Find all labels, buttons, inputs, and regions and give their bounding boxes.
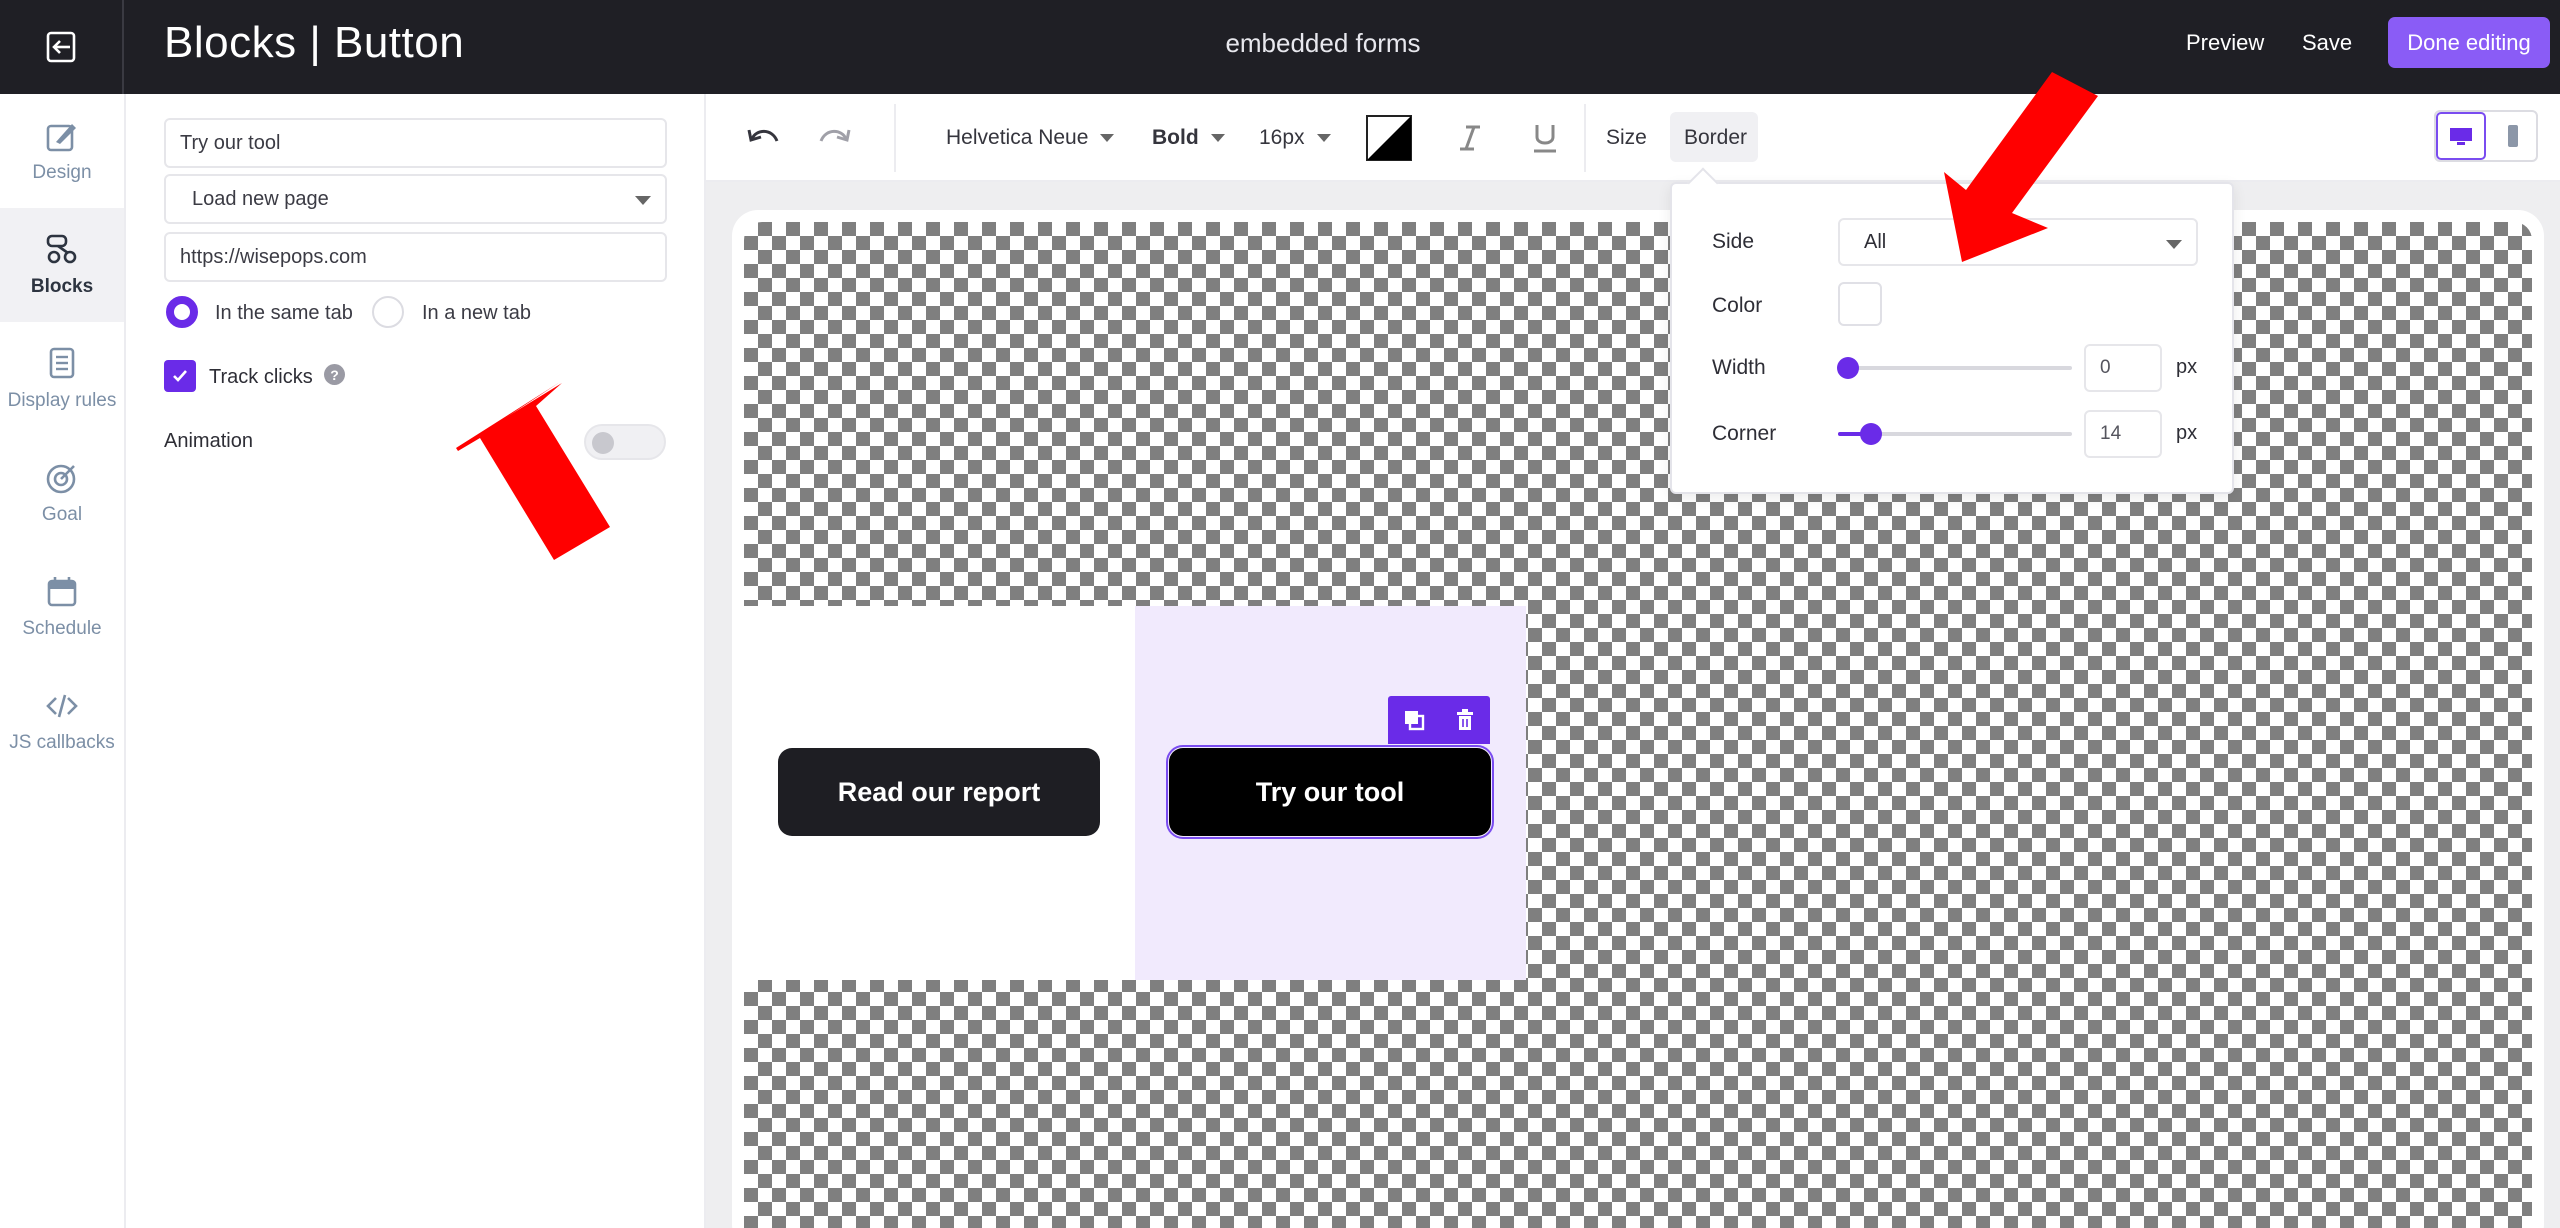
- font-family-value: Helvetica Neue: [946, 126, 1089, 149]
- nav-label: Schedule: [22, 618, 102, 639]
- nav-label: Goal: [41, 504, 83, 525]
- delete-button[interactable]: [1439, 696, 1490, 744]
- chevron-down-icon: [1100, 134, 1115, 142]
- chevron-down-icon: [635, 196, 651, 205]
- animation-label: Animation: [164, 430, 253, 452]
- width-unit: px: [2176, 356, 2198, 378]
- app-window: Blocks | Button embedded forms Preview S…: [0, 0, 2560, 1228]
- undo-icon: [747, 129, 779, 142]
- format-toolbar: Helvetica Neue Bold 16px Size Border: [706, 94, 2560, 182]
- button-settings-panel: Try our tool Load new page https://wisep…: [126, 94, 706, 1228]
- toolbar-divider: [1584, 104, 1586, 172]
- font-size-value: 16px: [1259, 126, 1305, 149]
- duplicate-button[interactable]: [1388, 696, 1439, 744]
- document-icon: [49, 347, 75, 379]
- corner-input[interactable]: 14: [2084, 410, 2162, 458]
- mobile-icon: [2508, 125, 2518, 147]
- track-clicks-label[interactable]: Track clicks: [209, 366, 313, 389]
- side-select[interactable]: All: [1838, 218, 2198, 266]
- chevron-down-icon: [2166, 240, 2182, 249]
- nav-label: JS callbacks: [9, 732, 115, 753]
- underline-button[interactable]: [1530, 94, 1560, 182]
- page-title: Blocks | Button: [164, 18, 465, 67]
- width-slider[interactable]: [1837, 357, 2072, 379]
- toggle-knob: [592, 432, 614, 454]
- corner-slider-thumb[interactable]: [1860, 423, 1882, 445]
- nav-item-goal[interactable]: Goal: [0, 436, 124, 550]
- code-icon: [46, 694, 78, 718]
- trash-icon: [1456, 709, 1473, 730]
- italic-icon: [1460, 125, 1480, 151]
- chevron-down-icon: [1210, 134, 1225, 142]
- radio-new-tab-label[interactable]: In a new tab: [422, 302, 531, 325]
- border-settings-popover: Side All Color Width 0 px Corner 14 px: [1670, 182, 2234, 494]
- corner-slider[interactable]: [1838, 423, 2072, 445]
- chevron-down-icon: [1316, 134, 1331, 142]
- exit-button[interactable]: [0, 0, 124, 94]
- corner-unit: px: [2176, 422, 2198, 444]
- toolbar-divider: [894, 104, 896, 172]
- size-tab[interactable]: Size: [1606, 94, 1647, 182]
- checkmark-icon: [173, 370, 187, 382]
- border-tab[interactable]: Border: [1684, 94, 1747, 182]
- track-clicks-checkbox[interactable]: [164, 360, 196, 392]
- side-select-value: All: [1864, 230, 1887, 253]
- left-navigation: Design Blocks Display rules Goal Schedul…: [0, 94, 126, 1228]
- exit-icon: [46, 31, 76, 63]
- top-header: Blocks | Button embedded forms Preview S…: [0, 0, 2560, 94]
- width-input[interactable]: 0: [2084, 344, 2162, 392]
- try-our-tool-button[interactable]: Try our tool: [1166, 745, 1494, 839]
- block-actions-toolbar: [1388, 696, 1490, 744]
- radio-same-tab-label[interactable]: In the same tab: [215, 302, 353, 325]
- nav-item-schedule[interactable]: Schedule: [0, 550, 124, 664]
- width-label: Width: [1712, 356, 1766, 379]
- nav-item-display-rules[interactable]: Display rules: [0, 322, 124, 436]
- corner-label: Corner: [1712, 422, 1777, 445]
- font-family-select[interactable]: Helvetica Neue: [946, 94, 1115, 182]
- font-weight-value: Bold: [1152, 126, 1199, 149]
- nav-item-design[interactable]: Design: [0, 94, 124, 208]
- radio-new-tab[interactable]: [372, 296, 404, 328]
- action-select-value: Load new page: [192, 187, 329, 210]
- border-color-swatch[interactable]: [1838, 282, 1882, 326]
- nav-item-blocks[interactable]: Blocks: [0, 208, 124, 322]
- read-our-report-button[interactable]: Read our report: [778, 748, 1100, 836]
- desktop-icon: [2450, 128, 2472, 145]
- form-name[interactable]: embedded forms: [1000, 28, 1646, 59]
- color-label: Color: [1712, 294, 1763, 317]
- url-input[interactable]: https://wisepops.com: [164, 232, 667, 282]
- italic-button[interactable]: [1456, 94, 1484, 182]
- mobile-view-button[interactable]: [2488, 112, 2536, 160]
- text-color-button[interactable]: [1366, 94, 1412, 182]
- undo-button[interactable]: [744, 94, 782, 182]
- nav-item-js-callbacks[interactable]: JS callbacks: [0, 664, 124, 778]
- underline-icon: [1534, 125, 1556, 153]
- text-color-icon: [1366, 115, 1412, 161]
- animation-toggle[interactable]: [584, 424, 666, 460]
- done-editing-button[interactable]: Done editing: [2388, 17, 2550, 68]
- width-slider-thumb[interactable]: [1837, 357, 1859, 379]
- button-text-input[interactable]: Try our tool: [164, 118, 667, 168]
- preview-button[interactable]: Preview: [2186, 30, 2264, 56]
- blocks-icon: [46, 234, 77, 264]
- help-icon[interactable]: ?: [324, 364, 345, 385]
- radio-same-tab[interactable]: [166, 296, 198, 328]
- save-button[interactable]: Save: [2302, 30, 2352, 56]
- desktop-view-button[interactable]: [2436, 112, 2486, 160]
- target-icon: [46, 464, 76, 494]
- calendar-icon: [47, 577, 77, 607]
- device-toggle: [2434, 110, 2538, 162]
- nav-label: Display rules: [7, 390, 117, 411]
- brush-icon: [46, 124, 76, 152]
- nav-label: Blocks: [30, 276, 94, 297]
- redo-icon: [819, 129, 851, 142]
- nav-label: Design: [32, 162, 92, 183]
- redo-button[interactable]: [816, 94, 854, 182]
- side-label: Side: [1712, 230, 1755, 253]
- embedded-form-preview: Read our report Try our tool: [744, 606, 1526, 980]
- action-select[interactable]: Load new page: [164, 174, 667, 224]
- duplicate-icon: [1404, 711, 1424, 731]
- font-size-select[interactable]: 16px: [1259, 94, 1331, 182]
- font-weight-select[interactable]: Bold: [1152, 94, 1225, 182]
